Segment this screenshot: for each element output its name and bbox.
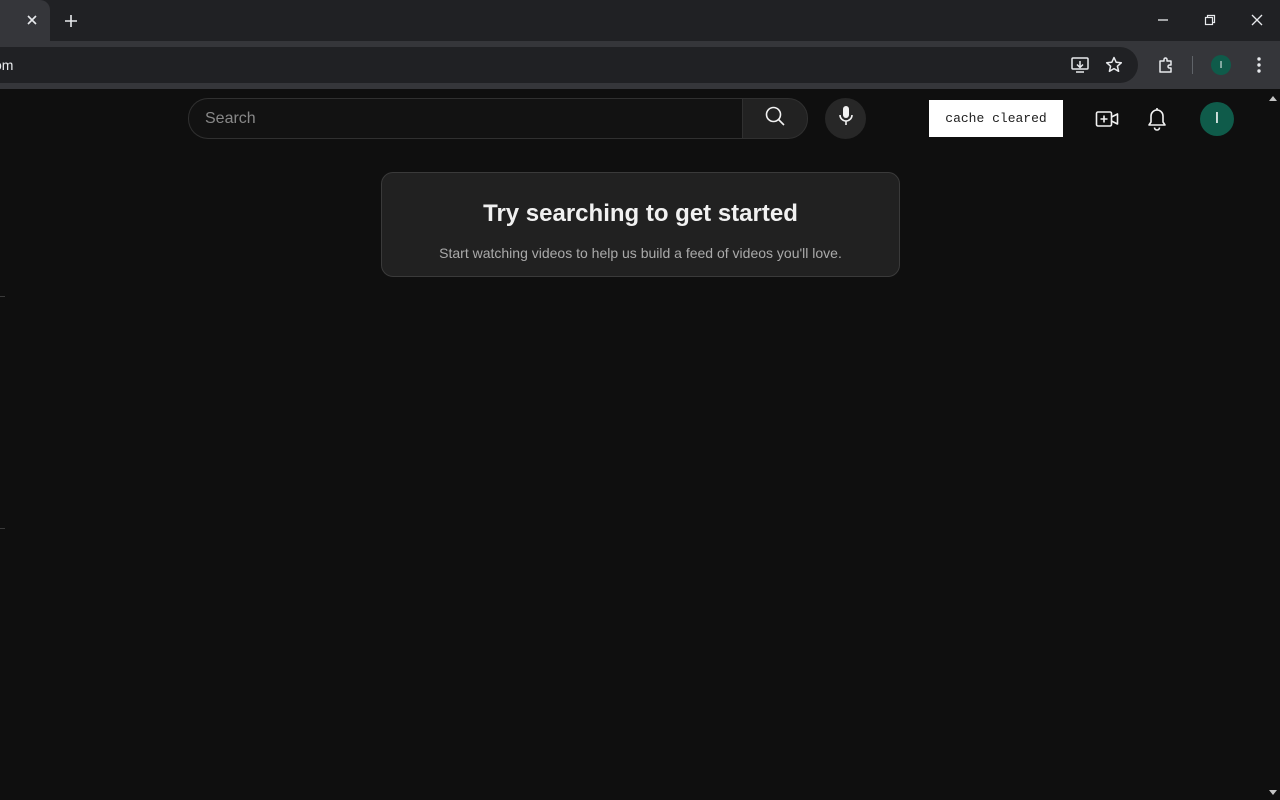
- address-bar[interactable]: om: [0, 47, 1138, 83]
- new-tab-icon[interactable]: [60, 10, 82, 32]
- toolbar-divider: [1192, 56, 1193, 74]
- prompt-title: Try searching to get started: [483, 200, 798, 227]
- notifications-bell-icon[interactable]: [1140, 102, 1174, 136]
- minimize-icon[interactable]: [1149, 8, 1177, 32]
- browser-toolbar: om: [0, 41, 1280, 89]
- guide-divider: [0, 528, 5, 529]
- guide-divider: [0, 296, 5, 297]
- cache-cleared-badge: cache cleared: [929, 100, 1063, 137]
- empty-feed-prompt-card: Try searching to get started Start watch…: [381, 172, 900, 277]
- account-avatar[interactable]: I: [1200, 102, 1234, 136]
- browser-tab[interactable]: [0, 0, 50, 41]
- close-icon[interactable]: [1243, 8, 1271, 32]
- install-app-icon[interactable]: [1068, 53, 1092, 77]
- bookmark-star-icon[interactable]: [1102, 53, 1126, 77]
- browser-tabstrip: [0, 0, 1280, 41]
- create-video-icon[interactable]: [1090, 102, 1124, 136]
- scroll-up-icon[interactable]: [1268, 94, 1278, 102]
- tab-close-icon[interactable]: [22, 10, 42, 30]
- scroll-down-icon[interactable]: [1268, 788, 1278, 796]
- search-box[interactable]: [188, 98, 743, 139]
- address-text: om: [0, 57, 14, 73]
- restore-icon[interactable]: [1196, 8, 1224, 32]
- search-button[interactable]: [742, 98, 808, 139]
- extensions-icon[interactable]: [1154, 53, 1178, 77]
- prompt-subtitle: Start watching videos to help us build a…: [439, 245, 842, 261]
- voice-search-button[interactable]: [825, 98, 866, 139]
- search-icon: [764, 105, 786, 132]
- search-input[interactable]: [189, 99, 743, 138]
- kebab-menu-icon[interactable]: [1247, 53, 1271, 77]
- microphone-icon: [838, 105, 854, 132]
- browser-profile-avatar[interactable]: I: [1211, 55, 1231, 75]
